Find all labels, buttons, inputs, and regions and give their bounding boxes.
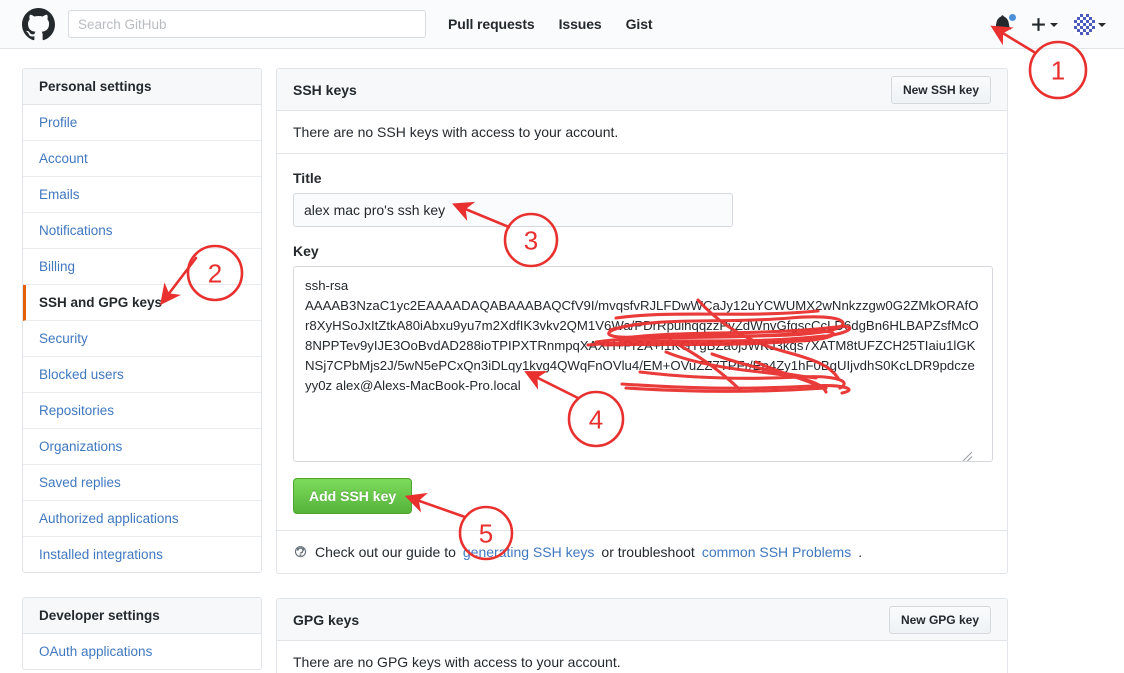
sidebar-item-authorized-applications[interactable]: Authorized applications (23, 501, 261, 537)
sidebar-item-ssh-and-gpg-keys[interactable]: SSH and GPG keys (23, 285, 261, 321)
developer-settings-panel: Developer settings OAuth applications (22, 597, 262, 670)
footer-suffix-text: . (858, 544, 862, 560)
footer-middle-text: or troubleshoot (601, 544, 694, 560)
global-header: Search GitHub Pull requests Issues Gist (0, 0, 1124, 49)
nav-pull-requests[interactable]: Pull requests (448, 16, 535, 32)
common-ssh-problems-link[interactable]: common SSH Problems (702, 544, 851, 560)
sidebar-item-oauth-applications[interactable]: OAuth applications (23, 634, 261, 669)
sidebar-item-organizations[interactable]: Organizations (23, 429, 261, 465)
sidebar-item-security[interactable]: Security (23, 321, 261, 357)
sidebar-spacer (22, 573, 262, 597)
plus-icon (1030, 16, 1047, 33)
search-placeholder-text: Search GitHub (78, 17, 167, 32)
page-root: Search GitHub Pull requests Issues Gist (0, 0, 1124, 673)
new-gpg-key-button[interactable]: New GPG key (889, 606, 991, 634)
user-avatar-identicon (1074, 14, 1095, 35)
developer-settings-title: Developer settings (23, 598, 261, 634)
key-field-label: Key (293, 243, 991, 259)
github-mark-icon[interactable] (22, 8, 55, 41)
nav-issues[interactable]: Issues (559, 16, 602, 32)
sidebar-item-saved-replies[interactable]: Saved replies (23, 465, 261, 501)
ssh-help-footer: Check out our guide to generating SSH ke… (277, 530, 1007, 573)
notification-indicator-dot (1008, 13, 1017, 22)
generating-ssh-keys-link[interactable]: generating SSH keys (463, 544, 595, 560)
sidebar-item-notifications[interactable]: Notifications (23, 213, 261, 249)
sidebar-item-profile[interactable]: Profile (23, 105, 261, 141)
gpg-keys-empty-message: There are no GPG keys with access to you… (277, 641, 1007, 673)
personal-settings-title: Personal settings (23, 69, 261, 105)
ssh-keys-card-header: SSH keys New SSH key (277, 69, 1007, 111)
key-textarea[interactable]: ssh-rsa AAAAB3NzaC1yc2EAAAADAQABAAABAQCf… (293, 266, 993, 462)
header-actions (994, 0, 1106, 49)
main-content: SSH keys New SSH key There are no SSH ke… (276, 68, 1008, 673)
annotation-circle-1 (1030, 42, 1086, 98)
sidebar-item-billing[interactable]: Billing (23, 249, 261, 285)
ssh-keys-card: SSH keys New SSH key There are no SSH ke… (276, 68, 1008, 574)
add-ssh-key-button[interactable]: Add SSH key (293, 478, 412, 514)
new-ssh-key-button[interactable]: New SSH key (891, 76, 991, 104)
avatar-menu[interactable] (1074, 14, 1106, 35)
sidebar-item-account[interactable]: Account (23, 141, 261, 177)
key-textarea-wrapper: ssh-rsa AAAAB3NzaC1yc2EAAAADAQABAAABAQCf… (293, 266, 991, 462)
nav-gist[interactable]: Gist (626, 16, 653, 32)
ssh-keys-empty-message: There are no SSH keys with access to you… (277, 111, 1007, 154)
notifications-button[interactable] (994, 14, 1014, 36)
new-ssh-key-form: Title Key ssh-rsa AAAAB3NzaC1yc2EAAAADAQ… (277, 154, 1007, 530)
title-field-label: Title (293, 170, 991, 186)
chevron-down-icon (1098, 23, 1106, 27)
sidebar-item-emails[interactable]: Emails (23, 177, 261, 213)
header-nav: Pull requests Issues Gist (448, 16, 652, 32)
title-input[interactable] (293, 193, 733, 227)
sidebar-item-blocked-users[interactable]: Blocked users (23, 357, 261, 393)
annotation-number-1: 1 (1051, 56, 1065, 87)
ssh-keys-title: SSH keys (293, 82, 357, 98)
create-new-menu[interactable] (1030, 16, 1058, 33)
gpg-keys-title: GPG keys (293, 612, 359, 628)
sidebar-item-installed-integrations[interactable]: Installed integrations (23, 537, 261, 572)
sidebar-item-repositories[interactable]: Repositories (23, 393, 261, 429)
personal-settings-panel: Personal settings Profile Account Emails… (22, 68, 262, 573)
gpg-keys-card: GPG keys New GPG key There are no GPG ke… (276, 598, 1008, 673)
gpg-keys-card-header: GPG keys New GPG key (277, 599, 1007, 641)
chevron-down-icon (1050, 23, 1058, 27)
search-input[interactable]: Search GitHub (68, 10, 426, 38)
footer-prefix-text: Check out our guide to (315, 544, 456, 560)
question-circle-icon (293, 545, 308, 560)
settings-sidebar: Personal settings Profile Account Emails… (22, 68, 262, 670)
